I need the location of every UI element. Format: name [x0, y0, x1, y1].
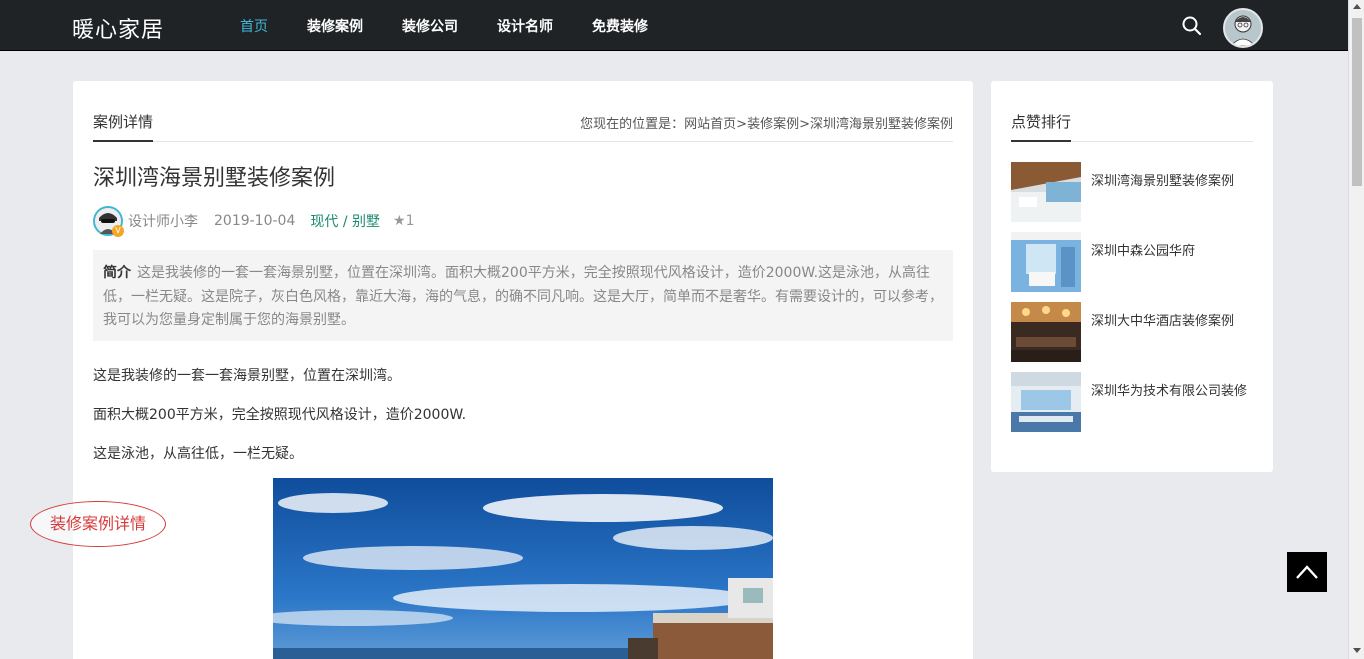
intro-text: 这是我装修的一套一套海景别墅，位置在深圳湾。面积大概200平方米，完全按照现代风… — [103, 265, 943, 328]
ranking-item[interactable]: 深圳湾海景别墅装修案例 — [1011, 162, 1253, 222]
article-meta: V 设计师小李 2019-10-04 现代 / 别墅 ★1 — [93, 205, 414, 237]
breadcrumb-cases[interactable]: 装修案例 — [747, 117, 799, 132]
article-intro: 简介 这是我装修的一套一套海景别墅，位置在深圳湾。面积大概200平方米，完全按照现… — [93, 250, 953, 341]
breadcrumb: 您现在的位置是：网站首页>装修案例>深圳湾海景别墅装修案例 — [580, 113, 953, 132]
breadcrumb-separator: > — [799, 117, 810, 132]
ranking-title[interactable]: 深圳大中华酒店装修案例 — [1091, 312, 1251, 332]
ranking-title[interactable]: 深圳华为技术有限公司装修 — [1091, 382, 1251, 402]
article-card: 案例详情 您现在的位置是：网站首页>装修案例>深圳湾海景别墅装修案例 深圳湾海景… — [73, 81, 973, 659]
scroll-up-icon[interactable] — [1353, 4, 1361, 9]
section-title: 案例详情 — [93, 111, 154, 142]
chevron-up-icon — [1296, 565, 1318, 579]
article-paragraph: 面积大概200平方米，完全按照现代风格设计，造价2000W. — [93, 407, 467, 423]
site-logo[interactable]: 暖心家居 — [72, 12, 164, 44]
ranking-thumbnail[interactable] — [1011, 232, 1081, 292]
like-count[interactable]: ★1 — [393, 213, 414, 229]
article-paragraph: 这是我装修的一套一套海景别墅，位置在深圳湾。 — [93, 368, 401, 384]
star-icon: ★ — [393, 213, 406, 229]
ranking-item[interactable]: 深圳大中华酒店装修案例 — [1011, 302, 1253, 362]
breadcrumb-prefix: 您现在的位置是： — [580, 117, 685, 132]
ranking-item[interactable]: 深圳华为技术有限公司装修 — [1011, 372, 1253, 432]
villa-photo — [273, 478, 773, 659]
breadcrumb-separator: > — [736, 117, 748, 132]
article-paragraph: 这是泳池，从高往低，一栏无疑。 — [93, 446, 303, 462]
author-avatar[interactable]: V — [93, 206, 124, 237]
nav-item-designers[interactable]: 设计名师 — [497, 16, 553, 36]
ranking-title[interactable]: 深圳中森公园华府 — [1091, 242, 1251, 262]
back-to-top-button[interactable] — [1287, 552, 1327, 592]
scrollbar-thumb[interactable] — [1352, 18, 1362, 186]
ranking-item[interactable]: 深圳中森公园华府 — [1011, 232, 1253, 292]
publish-date: 2019-10-04 — [214, 213, 296, 229]
user-avatar[interactable] — [1223, 8, 1263, 48]
vertical-scrollbar[interactable] — [1348, 0, 1364, 659]
sidebar-header: 点赞排行 — [1011, 111, 1253, 142]
verified-badge-icon: V — [112, 225, 124, 237]
like-count-value: 1 — [405, 213, 415, 229]
top-nav-bar: 暖心家居 首页 装修案例 装修公司 设计名师 免费装修 — [0, 0, 1348, 51]
ranking-title[interactable]: 深圳湾海景别墅装修案例 — [1091, 172, 1251, 192]
likes-ranking-panel: 点赞排行 深圳湾海景别墅装修案例 深圳中森公园华府 深圳大中华酒店装修案例 深圳… — [991, 81, 1273, 472]
ranking-thumbnail[interactable] — [1011, 372, 1081, 432]
main-nav: 首页 装修案例 装修公司 设计名师 免费装修 — [240, 16, 687, 36]
ranking-thumbnail[interactable] — [1011, 302, 1081, 362]
breadcrumb-home[interactable]: 网站首页 — [684, 117, 736, 132]
intro-label: 简介 — [103, 265, 131, 281]
search-icon[interactable] — [1181, 15, 1203, 37]
nav-item-cases[interactable]: 装修案例 — [307, 16, 363, 36]
ranking-thumbnail[interactable] — [1011, 162, 1081, 222]
breadcrumb-current[interactable]: 深圳湾海景别墅装修案例 — [810, 117, 953, 132]
nav-item-home[interactable]: 首页 — [240, 16, 268, 36]
article-tags[interactable]: 现代 / 别墅 — [310, 211, 380, 231]
scroll-down-icon[interactable] — [1353, 648, 1361, 653]
author-name[interactable]: 设计师小李 — [128, 211, 198, 231]
sidebar-title: 点赞排行 — [1011, 111, 1072, 142]
nav-item-companies[interactable]: 装修公司 — [402, 16, 458, 36]
article-title: 深圳湾海景别墅装修案例 — [93, 166, 336, 191]
annotation-label: 装修案例详情 — [30, 501, 166, 547]
nav-item-free-decoration[interactable]: 免费装修 — [592, 16, 648, 36]
article-section-header: 案例详情 您现在的位置是：网站首页>装修案例>深圳湾海景别墅装修案例 — [93, 111, 953, 142]
